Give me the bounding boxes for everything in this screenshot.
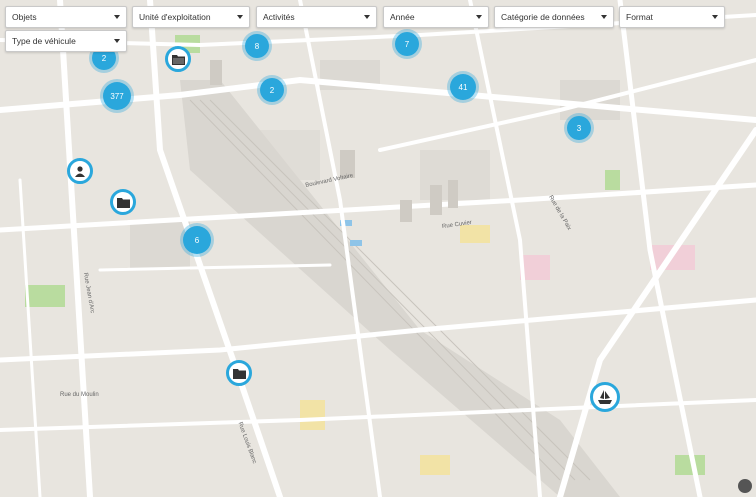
cluster-marker[interactable]: 377	[103, 82, 131, 110]
compass-icon[interactable]	[738, 479, 752, 493]
folder-icon	[116, 197, 130, 208]
folder-marker[interactable]	[110, 189, 136, 215]
person-icon	[75, 166, 85, 177]
filter-label: Format	[626, 12, 653, 22]
cluster-marker[interactable]: 41	[450, 74, 476, 100]
cluster-count: 3	[576, 123, 582, 133]
cluster-marker[interactable]: 2	[260, 78, 284, 102]
chevron-down-icon	[601, 15, 607, 19]
filter-label: Année	[390, 12, 415, 22]
filter-activites[interactable]: Activités	[256, 6, 377, 28]
chevron-down-icon	[476, 15, 482, 19]
cluster-marker[interactable]: 7	[395, 32, 419, 56]
cluster-count: 2	[269, 85, 275, 95]
filter-label: Type de véhicule	[12, 36, 76, 46]
street-label: Rue du Moulin	[60, 392, 99, 398]
ship-marker[interactable]	[590, 382, 620, 412]
cluster-marker[interactable]: 3	[567, 116, 591, 140]
cluster-marker[interactable]: 8	[245, 34, 269, 58]
ship-icon	[598, 390, 612, 404]
filter-categorie-donnees[interactable]: Catégorie de données	[494, 6, 614, 28]
filter-annee[interactable]: Année	[383, 6, 489, 28]
map-base-layer	[0, 0, 756, 497]
chevron-down-icon	[114, 15, 120, 19]
cluster-count: 6	[194, 235, 200, 245]
filter-objets[interactable]: Objets	[5, 6, 127, 28]
map-canvas[interactable]: Boulevard Voltaire Rue Cuvier Rue du Mou…	[0, 0, 756, 497]
cluster-count: 41	[458, 82, 468, 92]
chevron-down-icon	[712, 15, 718, 19]
folder-icon	[232, 368, 246, 379]
cluster-count: 8	[254, 41, 260, 51]
filter-label: Objets	[12, 12, 37, 22]
folder-marker[interactable]	[165, 46, 191, 72]
cluster-count: 377	[110, 91, 124, 101]
person-marker[interactable]	[67, 158, 93, 184]
cluster-marker[interactable]: 6	[183, 226, 211, 254]
chevron-down-icon	[364, 15, 370, 19]
filter-format[interactable]: Format	[619, 6, 725, 28]
chevron-down-icon	[114, 39, 120, 43]
folder-icon	[171, 54, 185, 65]
filter-type-vehicule[interactable]: Type de véhicule	[5, 30, 127, 52]
cluster-count: 7	[404, 39, 410, 49]
filter-label: Catégorie de données	[501, 12, 585, 22]
cluster-count: 2	[101, 53, 107, 63]
filter-label: Unité d'exploitation	[139, 12, 211, 22]
folder-marker[interactable]	[226, 360, 252, 386]
chevron-down-icon	[237, 15, 243, 19]
filter-unite-exploitation[interactable]: Unité d'exploitation	[132, 6, 250, 28]
filter-label: Activités	[263, 12, 295, 22]
